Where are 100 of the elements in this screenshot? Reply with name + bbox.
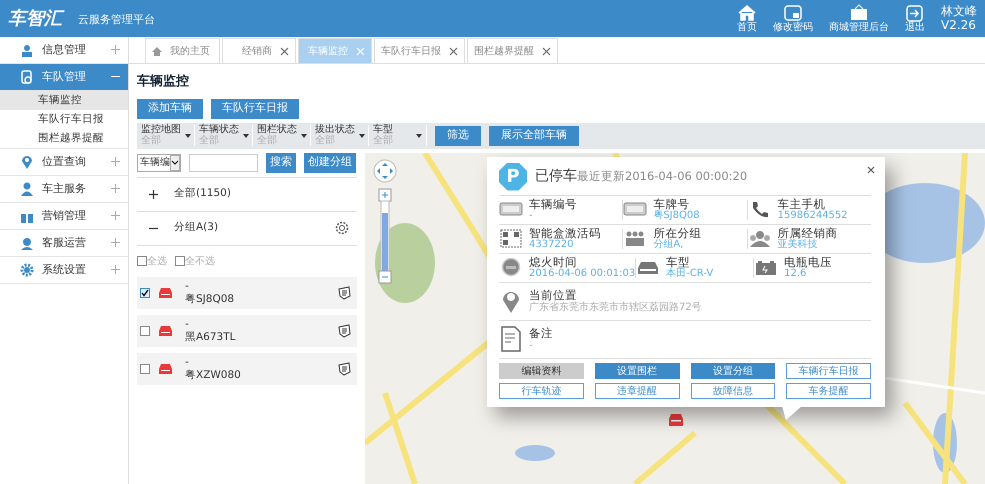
field-label: 车牌号: [653, 198, 690, 210]
user-name: 林文峰: [941, 5, 977, 18]
field-label: 电瓶电压: [784, 256, 832, 268]
vehicle-name: -: [185, 356, 190, 368]
map-zoom-control[interactable]: [373, 158, 397, 284]
engine-button-icon: [499, 258, 523, 277]
version-label: V2.26: [941, 18, 977, 32]
field-label: 熄火时间: [529, 256, 577, 268]
caret-icon: [170, 154, 180, 170]
fence-icon[interactable]: [337, 286, 351, 300]
vehicle-name: -: [185, 280, 190, 292]
vehicle-row[interactable]: - 粤XZW080: [137, 352, 357, 384]
select-all-checkbox[interactable]: 全选: [137, 254, 167, 268]
field-label: 所在分组: [653, 226, 702, 240]
field-value: 亚美科技: [778, 239, 819, 250]
logout-icon: [905, 4, 925, 22]
filter-dropdown[interactable]: 拔出状态 全部: [311, 125, 369, 146]
caret-icon: [416, 134, 422, 138]
popup-button[interactable]: 违章提醒: [594, 382, 680, 398]
vehicle-select[interactable]: 车辆编: [137, 154, 181, 172]
vehicle-row[interactable]: - 黑A673TL: [137, 314, 357, 346]
tab[interactable]: 车队行车日报: [374, 38, 465, 63]
group-label[interactable]: 分组A(3): [174, 220, 218, 236]
note-label: 备注: [529, 327, 553, 340]
vehicle-name: -: [185, 318, 190, 330]
filter-button[interactable]: 筛选: [435, 126, 481, 146]
search-button[interactable]: 搜索: [266, 152, 296, 172]
password-icon: [783, 4, 803, 22]
field-value: 2016-04-06 00:01:03: [529, 268, 636, 280]
field-label: 智能盒激活码: [529, 226, 601, 240]
caret-icon: [243, 134, 249, 138]
popup-button[interactable]: 故障信息: [690, 382, 776, 398]
note-value: -: [529, 340, 534, 351]
parking-icon: P: [499, 162, 527, 190]
close-icon[interactable]: [449, 46, 458, 56]
checkbox[interactable]: [140, 326, 150, 336]
caret-icon: [359, 134, 365, 138]
fence-icon[interactable]: [337, 362, 351, 376]
expand-icon[interactable]: [149, 190, 158, 198]
nav-link[interactable]: 商城管理后台: [829, 4, 889, 33]
field-value: 分组A,: [653, 239, 684, 250]
action-button[interactable]: 添加车辆: [137, 98, 203, 118]
page-title: 车辆监控: [137, 72, 190, 91]
group-label[interactable]: 全部(1150): [174, 186, 231, 202]
logo-text: 车智汇: [8, 5, 62, 32]
sidebar-item[interactable]: 车队管理: [0, 64, 128, 91]
search-field[interactable]: [189, 154, 258, 172]
filter-dropdown[interactable]: 监控地图 全部: [137, 125, 195, 146]
vehicle-plate: 粤SJ8Q08: [185, 292, 234, 305]
popup-button[interactable]: 设置围栏: [594, 362, 680, 378]
popup-button[interactable]: 设置分组: [690, 362, 776, 378]
submenu-item[interactable]: 围栏越界提醒: [0, 129, 128, 148]
popup-button[interactable]: 车务提醒: [786, 382, 871, 398]
service-icon: [20, 236, 34, 250]
submenu-item[interactable]: 车辆监控: [0, 91, 128, 110]
filter-dropdown[interactable]: 车辆状态 全部: [195, 125, 253, 146]
close-icon[interactable]: [280, 46, 289, 56]
tab[interactable]: 围栏越界提醒: [467, 38, 558, 63]
home-icon: [737, 4, 757, 22]
settings-icon[interactable]: [335, 221, 349, 235]
location-icon: [20, 154, 34, 170]
checkbox[interactable]: [140, 288, 150, 298]
filter-dropdown[interactable]: 车型 全部: [369, 125, 427, 146]
checkbox[interactable]: [140, 364, 150, 374]
field-value: 15986244552: [778, 210, 848, 222]
caret-icon: [185, 134, 191, 138]
popup-button[interactable]: 编辑资料: [499, 362, 584, 378]
filter-button[interactable]: 展示全部车辆: [489, 126, 579, 146]
platform-title: 云服务管理平台: [78, 12, 155, 28]
settings-icon: [20, 262, 34, 278]
search-button[interactable]: 创建分组: [304, 152, 356, 172]
field-value: 粤SJ8Q08: [653, 210, 700, 222]
nav-link[interactable]: 修改密码: [773, 4, 813, 33]
car-icon: [158, 324, 173, 336]
caret-icon: [301, 134, 307, 138]
people-icon: [748, 229, 772, 248]
action-button[interactable]: 车队行车日报: [211, 98, 299, 118]
vehicle-plate: 黑A673TL: [185, 330, 236, 343]
fence-icon[interactable]: [337, 324, 351, 338]
popup-button[interactable]: 行车轨迹: [499, 382, 584, 398]
notepad-icon: [499, 326, 523, 352]
tab[interactable]: 我的主页: [145, 38, 220, 63]
parking-status: 已停车: [535, 167, 577, 186]
tab[interactable]: 经销商: [222, 38, 296, 63]
field-label: 车辆编号: [529, 198, 577, 210]
nav-link[interactable]: 首页: [737, 4, 757, 33]
close-icon[interactable]: [542, 46, 551, 56]
home-icon: [152, 46, 162, 56]
submenu-item[interactable]: 车队行车日报: [0, 110, 128, 129]
owner-icon: [20, 182, 34, 196]
select-all-checkbox[interactable]: 全不选: [175, 254, 215, 268]
field-value: 本田-CR-V: [666, 268, 714, 280]
popup-button[interactable]: 车辆行车日报: [786, 362, 871, 378]
field-label: 车主手机: [778, 198, 826, 210]
close-icon[interactable]: [867, 166, 875, 174]
filter-dropdown[interactable]: 围栏状态 全部: [253, 125, 311, 146]
nav-link[interactable]: 退出: [905, 4, 925, 33]
shop-icon: [849, 4, 869, 22]
vehicle-row[interactable]: - 粤SJ8Q08: [137, 276, 357, 308]
field-label: 所属经销商: [778, 226, 838, 240]
